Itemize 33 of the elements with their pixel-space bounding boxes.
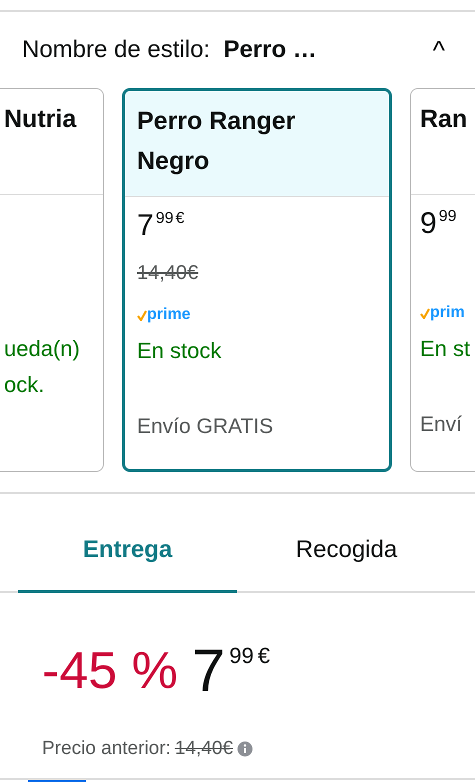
stock-status: ueda(n) (4, 335, 81, 363)
check-icon (420, 308, 430, 318)
style-option-card[interactable]: Nutria ueda(n) ock. (0, 88, 104, 472)
previous-price-label: Precio anterior: (42, 737, 171, 761)
info-icon[interactable] (236, 741, 253, 758)
prime-label: prime (147, 305, 191, 325)
price-whole: 7 (192, 641, 226, 701)
price-whole: 7 (137, 209, 154, 243)
option-name: Ran (420, 104, 468, 135)
discount-percent: -45 % (42, 641, 178, 701)
selector-label: Nombre de estilo: (22, 36, 210, 63)
price-fraction: 99 (156, 209, 174, 229)
selector-value: Perro … (223, 36, 317, 63)
option-name: Negro (137, 146, 210, 177)
stock-status: ock. (4, 371, 46, 399)
stock-status: En stock (137, 337, 222, 365)
currency-sign: € (258, 642, 270, 670)
option-name: Perro Ranger (137, 106, 296, 137)
stock-status: En st (420, 335, 472, 363)
shipping-note: Enví (420, 412, 464, 438)
old-price: 14,40€ (137, 261, 200, 286)
price-fraction: 99 (438, 207, 456, 227)
collapse-toggle[interactable]: ^ (426, 37, 451, 63)
price-whole: 9 (420, 207, 437, 241)
price-fraction: 99 (229, 642, 254, 670)
check-icon (137, 310, 147, 320)
previous-price: 14,40€ (174, 737, 233, 761)
option-name: Nutria (4, 104, 78, 135)
shipping-note: Envío GRATIS (137, 414, 274, 440)
prime-label: prim (430, 303, 465, 323)
currency-sign: € (175, 209, 184, 229)
delivery-tab[interactable]: Entrega (18, 522, 237, 593)
delivery-tab[interactable]: Recogida (237, 522, 456, 593)
